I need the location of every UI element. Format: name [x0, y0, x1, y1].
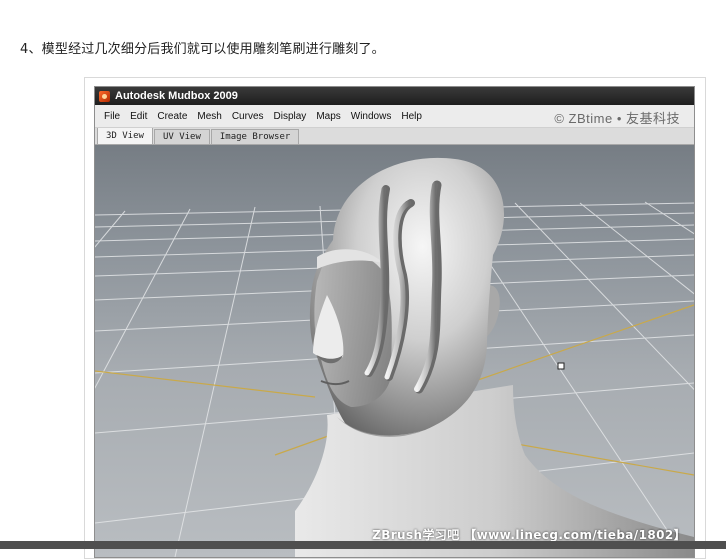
step-caption: 4、模型经过几次细分后我们就可以使用雕刻笔刷进行雕刻了。: [20, 42, 385, 57]
mudbox-app-icon: [99, 90, 110, 102]
menu-help[interactable]: Help: [396, 111, 427, 122]
view-tab-bar: 3D View UV View Image Browser: [95, 127, 694, 145]
pivot-marker: [557, 362, 565, 370]
title-bar: Autodesk Mudbox 2009: [95, 87, 694, 105]
viewport-scene: [95, 157, 694, 557]
menu-mesh[interactable]: Mesh: [192, 111, 226, 122]
menu-create[interactable]: Create: [152, 111, 192, 122]
zbtime-watermark: © ZBtime • 友基科技: [554, 111, 680, 126]
menu-file[interactable]: File: [99, 111, 125, 122]
mudbox-window: Autodesk Mudbox 2009 File Edit Create Me…: [95, 87, 694, 557]
menu-curves[interactable]: Curves: [227, 111, 269, 122]
menu-windows[interactable]: Windows: [346, 111, 397, 122]
menu-edit[interactable]: Edit: [125, 111, 152, 122]
window-title: Autodesk Mudbox 2009: [115, 90, 238, 102]
menu-bar: File Edit Create Mesh Curves Display Map…: [95, 105, 694, 128]
menu-maps[interactable]: Maps: [311, 111, 345, 122]
tab-3d-view[interactable]: 3D View: [97, 127, 153, 144]
menu-display[interactable]: Display: [269, 111, 312, 122]
3d-viewport[interactable]: ZBrush学习吧 【www.linecg.com/tieba/1802】: [95, 145, 694, 557]
tab-uv-view[interactable]: UV View: [153, 129, 210, 144]
tab-image-browser[interactable]: Image Browser: [210, 129, 300, 144]
page-scroll-bar: [0, 541, 726, 549]
